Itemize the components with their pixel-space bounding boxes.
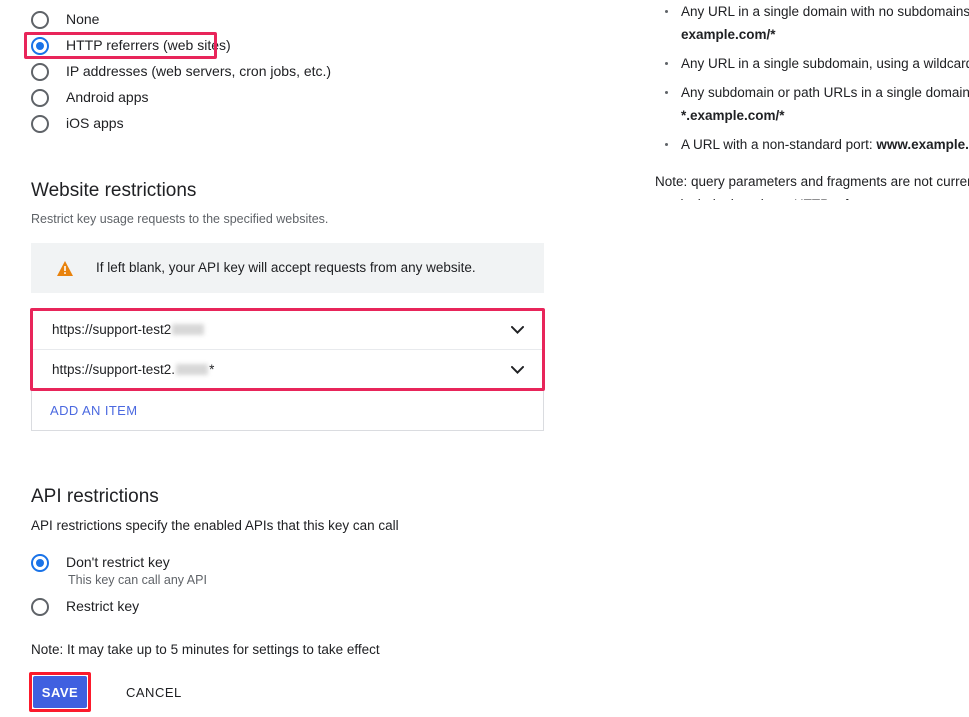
radio-option-dont-restrict-key[interactable]: Don't restrict key This key can call any… — [31, 553, 207, 593]
url-list-item-2-text: https://support-test2. * — [52, 361, 214, 379]
help-bullet-4: A URL with a non-standard port: www.exam… — [655, 133, 969, 156]
radio-option-http-referrers[interactable]: HTTP referrers (web sites) — [31, 36, 331, 62]
radio-indicator-ip-addresses[interactable] — [31, 63, 49, 81]
url-list-item-2-suffix: * — [209, 361, 215, 377]
referrer-help-note: Note: query parameters and fragments are… — [655, 170, 969, 200]
referrer-help-panel: Any URL in a single domain with no subdo… — [655, 0, 969, 200]
radio-label-dont-restrict-key: Don't restrict key — [66, 554, 170, 570]
add-an-item-link[interactable]: ADD AN ITEM — [50, 403, 137, 418]
action-button-bar: SAVE CANCEL — [33, 676, 182, 708]
warning-triangle-icon — [57, 260, 73, 276]
radio-sublabel-dont-restrict-key: This key can call any API — [68, 573, 207, 587]
add-an-item-row[interactable]: ADD AN ITEM — [32, 390, 543, 430]
radio-label-android-apps: Android apps — [66, 89, 149, 105]
application-restrictions-radio-group: None HTTP referrers (web sites) IP addre… — [31, 10, 331, 140]
help-bullet-4-line1: A URL with a non-standard port: — [681, 137, 877, 152]
url-list-item-2-redaction — [176, 364, 209, 375]
referrer-help-note-line2: you include them in an HTTP referrer. — [655, 193, 969, 200]
website-restrictions-heading: Website restrictions — [31, 180, 197, 201]
radio-indicator-android-apps[interactable] — [31, 89, 49, 107]
radio-label-ip-addresses: IP addresses (web servers, cron jobs, et… — [66, 63, 332, 79]
api-restrictions-description: API restrictions specify the enabled API… — [31, 518, 399, 533]
radio-indicator-http-referrers[interactable] — [31, 37, 49, 55]
settings-effect-note: Note: It may take up to 5 minutes for se… — [31, 642, 380, 657]
warning-banner-text: If left blank, your API key will accept … — [96, 260, 476, 275]
url-list-item-1-prefix: https://support-test2 — [52, 321, 172, 337]
radio-indicator-none[interactable] — [31, 11, 49, 29]
url-list-item-2[interactable]: https://support-test2. * — [32, 350, 543, 390]
radio-label-none: None — [66, 11, 100, 27]
help-bullet-2-line1: Any URL in a single subdomain, using a w… — [681, 56, 969, 71]
save-button[interactable]: SAVE — [33, 676, 87, 708]
radio-label-ios-apps: iOS apps — [66, 115, 124, 131]
website-restriction-list: https://support-test2 https://support-te… — [31, 309, 544, 431]
radio-indicator-dont-restrict-key[interactable] — [31, 554, 49, 572]
chevron-down-icon[interactable] — [511, 325, 524, 334]
radio-indicator-restrict-key[interactable] — [31, 598, 49, 616]
radio-label-http-referrers: HTTP referrers (web sites) — [66, 37, 231, 53]
url-list-item-1-text: https://support-test2 — [52, 321, 205, 339]
url-list-item-1[interactable]: https://support-test2 — [32, 310, 543, 350]
website-restrictions-description: Restrict key usage requests to the speci… — [31, 212, 329, 226]
blank-restriction-warning-banner: If left blank, your API key will accept … — [31, 243, 544, 293]
radio-label-restrict-key: Restrict key — [66, 598, 140, 614]
help-bullet-3-line2: *.example.com/* — [681, 108, 785, 123]
help-bullet-3: Any subdomain or path URLs in a single d… — [655, 81, 969, 127]
chevron-down-icon[interactable] — [511, 365, 524, 374]
help-bullet-1: Any URL in a single domain with no subdo… — [655, 0, 969, 46]
help-bullet-1-line2: example.com/* — [681, 27, 776, 42]
url-list-item-1-redaction — [172, 324, 205, 335]
help-bullet-1-line1: Any URL in a single domain with no subdo… — [681, 4, 969, 19]
help-bullet-3-line1: Any subdomain or path URLs in a single d… — [681, 85, 969, 100]
api-restrictions-heading: API restrictions — [31, 486, 159, 507]
api-restrictions-radio-group: Don't restrict key This key can call any… — [31, 553, 207, 623]
referrer-examples-list: Any URL in a single domain with no subdo… — [655, 0, 969, 156]
radio-option-restrict-key[interactable]: Restrict key — [31, 597, 207, 623]
help-bullet-2: Any URL in a single subdomain, using a w… — [655, 52, 969, 75]
referrer-help-note-line1: Note: query parameters and fragments are… — [655, 174, 969, 189]
radio-indicator-ios-apps[interactable] — [31, 115, 49, 133]
help-bullet-4-bold-tail: www.example.cor — [876, 137, 969, 152]
radio-option-android-apps[interactable]: Android apps — [31, 88, 331, 114]
radio-option-ios-apps[interactable]: iOS apps — [31, 114, 331, 140]
radio-option-none[interactable]: None — [31, 10, 331, 36]
radio-option-ip-addresses[interactable]: IP addresses (web servers, cron jobs, et… — [31, 62, 331, 88]
cancel-button[interactable]: CANCEL — [126, 685, 182, 700]
url-list-item-2-prefix: https://support-test2. — [52, 361, 176, 377]
